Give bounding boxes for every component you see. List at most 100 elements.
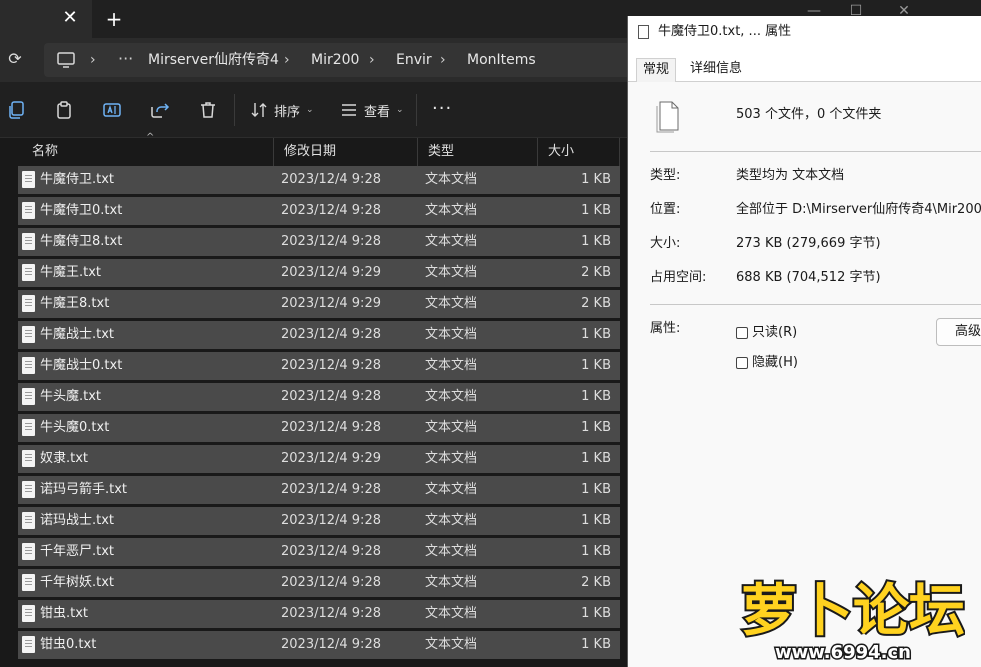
file-row[interactable]: 牛魔战士.txt 2023/12/4 9:28 文本文档 1 KB <box>18 321 620 349</box>
text-file-icon <box>22 512 35 529</box>
file-type: 文本文档 <box>425 172 478 187</box>
selection-summary: 503 个文件，0 个文件夹 <box>736 107 882 122</box>
file-modified-date: 2023/12/4 9:28 <box>281 389 381 404</box>
column-header-modified[interactable]: 修改日期 <box>274 138 418 166</box>
refresh-icon[interactable]: ⟳ <box>4 48 26 70</box>
tab-general[interactable]: 常规 <box>636 58 677 82</box>
tab-close-button[interactable]: ✕ <box>60 8 80 28</box>
file-type: 文本文档 <box>425 296 478 311</box>
file-size: 1 KB <box>581 327 611 342</box>
file-row[interactable]: 牛头魔0.txt 2023/12/4 9:28 文本文档 1 KB <box>18 414 620 442</box>
column-header-type[interactable]: 类型 <box>418 138 538 166</box>
file-size: 1 KB <box>581 172 611 187</box>
disk-size-value: 688 KB (704,512 字节) <box>736 270 881 285</box>
dialog-tabs: 常规 详细信息 <box>628 48 981 82</box>
breadcrumb-envir[interactable]: Envir <box>396 51 432 69</box>
advanced-button[interactable]: 高级(D)... <box>936 318 981 346</box>
file-name: 牛魔侍卫0.txt <box>40 203 123 218</box>
file-name: 钳虫.txt <box>40 606 89 621</box>
hidden-label[interactable]: 隐藏(H) <box>752 354 798 372</box>
breadcrumb-mir200[interactable]: Mir200 <box>311 51 359 69</box>
breadcrumb-chevron-icon: › <box>369 52 375 68</box>
breadcrumb-overflow-button[interactable]: ··· <box>118 49 133 69</box>
file-type: 文本文档 <box>425 389 478 404</box>
chevron-down-icon: ⌄ <box>396 105 404 115</box>
file-type: 文本文档 <box>425 513 478 528</box>
new-tab-button[interactable]: + <box>103 8 125 30</box>
column-header-size[interactable]: 大小 <box>538 138 620 166</box>
view-button[interactable]: 查看 ⌄ <box>340 98 404 122</box>
text-file-icon <box>22 419 35 436</box>
more-options-button[interactable]: ··· <box>432 98 452 119</box>
size-value: 273 KB (279,669 字节) <box>736 236 881 251</box>
file-name: 牛魔战士0.txt <box>40 358 123 373</box>
file-modified-date: 2023/12/4 9:28 <box>281 606 381 621</box>
file-type: 文本文档 <box>425 575 478 590</box>
breadcrumb-mirserver[interactable]: Mirserver仙府传奇4 <box>148 51 279 69</box>
file-row[interactable]: 牛魔侍卫0.txt 2023/12/4 9:28 文本文档 1 KB <box>18 197 620 225</box>
file-size: 1 KB <box>581 203 611 218</box>
text-file-icon <box>22 636 35 653</box>
rename-icon[interactable] <box>102 100 122 120</box>
column-header-name[interactable]: 名称 <box>22 138 274 166</box>
readonly-label[interactable]: 只读(R) <box>752 324 797 342</box>
file-size: 1 KB <box>581 389 611 404</box>
tab-details[interactable]: 详细信息 <box>684 58 748 82</box>
breadcrumb-monitems[interactable]: MonItems <box>467 51 536 69</box>
file-type: 文本文档 <box>425 234 478 249</box>
file-row[interactable]: 钳虫.txt 2023/12/4 9:28 文本文档 1 KB <box>18 600 620 628</box>
file-name: 诺玛弓箭手.txt <box>40 482 128 497</box>
file-name: 牛魔王.txt <box>40 265 102 280</box>
file-row[interactable]: 诺玛战士.txt 2023/12/4 9:28 文本文档 1 KB <box>18 507 620 535</box>
file-name: 诺玛战士.txt <box>40 513 115 528</box>
share-icon[interactable] <box>150 100 170 120</box>
sort-button[interactable]: 排序 ⌄ <box>250 98 314 122</box>
file-icon <box>638 25 649 39</box>
text-file-icon <box>22 264 35 281</box>
paste-icon[interactable] <box>54 100 74 120</box>
divider <box>650 304 981 305</box>
size-label: 大小: <box>650 236 681 251</box>
watermark-url: www.6994.cn <box>775 642 911 663</box>
dialog-title-bar[interactable]: 牛魔侍卫0.txt, ... 属性 <box>628 16 981 48</box>
text-file-icon <box>22 450 35 467</box>
explorer-tab[interactable]: ✕ <box>0 0 92 38</box>
file-row[interactable]: 钳虫0.txt 2023/12/4 9:28 文本文档 1 KB <box>18 631 620 659</box>
file-modified-date: 2023/12/4 9:28 <box>281 637 381 652</box>
text-file-icon <box>22 605 35 622</box>
file-row[interactable]: 千年恶尸.txt 2023/12/4 9:28 文本文档 1 KB <box>18 538 620 566</box>
address-bar[interactable]: › ··· Mirserver仙府传奇4 › Mir200 › Envir › … <box>44 43 644 77</box>
file-row[interactable]: 牛魔战士0.txt 2023/12/4 9:28 文本文档 1 KB <box>18 352 620 380</box>
text-file-icon <box>22 574 35 591</box>
sort-icon <box>251 103 267 117</box>
file-row[interactable]: 牛魔侍卫8.txt 2023/12/4 9:28 文本文档 1 KB <box>18 228 620 256</box>
file-row[interactable]: 牛魔王.txt 2023/12/4 9:29 文本文档 2 KB <box>18 259 620 287</box>
view-icon <box>342 104 356 116</box>
file-modified-date: 2023/12/4 9:28 <box>281 420 381 435</box>
file-list: 牛魔侍卫.txt 2023/12/4 9:28 文本文档 1 KB 牛魔侍卫0.txt 2… <box>18 166 620 662</box>
hidden-checkbox[interactable] <box>736 357 748 369</box>
copy-icon[interactable] <box>6 100 26 120</box>
file-row[interactable]: 千年树妖.txt 2023/12/4 9:28 文本文档 2 KB <box>18 569 620 597</box>
file-size: 1 KB <box>581 544 611 559</box>
file-modified-date: 2023/12/4 9:28 <box>281 513 381 528</box>
text-file-icon <box>22 543 35 560</box>
file-row[interactable]: 牛头魔.txt 2023/12/4 9:28 文本文档 1 KB <box>18 383 620 411</box>
file-type: 文本文档 <box>425 203 478 218</box>
readonly-checkbox[interactable] <box>736 327 748 339</box>
file-name: 牛魔战士.txt <box>40 327 115 342</box>
breadcrumb-chevron-icon: › <box>90 52 96 68</box>
file-type: 文本文档 <box>425 420 478 435</box>
delete-icon[interactable] <box>198 100 218 120</box>
type-value: 类型均为 文本文档 <box>736 168 845 183</box>
file-row[interactable]: 牛魔王8.txt 2023/12/4 9:29 文本文档 2 KB <box>18 290 620 318</box>
text-file-icon <box>22 326 35 343</box>
file-row[interactable]: 诺玛弓箭手.txt 2023/12/4 9:28 文本文档 1 KB <box>18 476 620 504</box>
file-type: 文本文档 <box>425 482 478 497</box>
file-name: 钳虫0.txt <box>40 637 97 652</box>
file-modified-date: 2023/12/4 9:28 <box>281 482 381 497</box>
file-row[interactable]: 牛魔侍卫.txt 2023/12/4 9:28 文本文档 1 KB <box>18 166 620 194</box>
file-row[interactable]: 奴隶.txt 2023/12/4 9:29 文本文档 1 KB <box>18 445 620 473</box>
breadcrumb-chevron-icon: › <box>284 52 290 68</box>
type-label: 类型: <box>650 168 681 183</box>
